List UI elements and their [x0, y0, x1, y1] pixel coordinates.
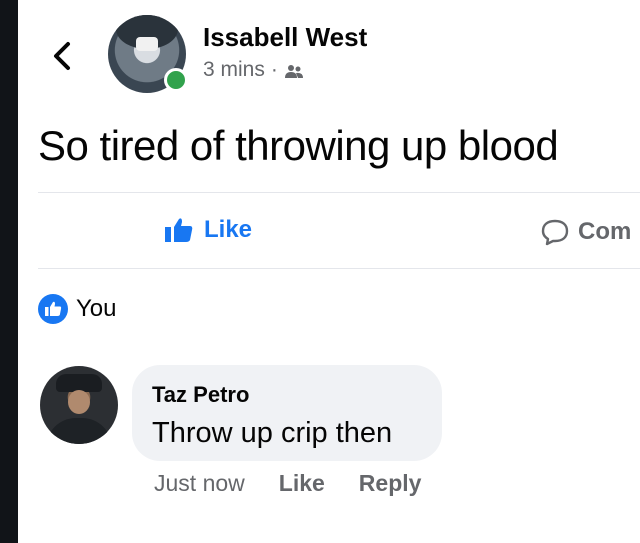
online-status-indicator: [164, 68, 188, 92]
avatar-shirt: [46, 418, 112, 444]
chevron-left-icon: [54, 42, 70, 70]
window-edge: [0, 0, 18, 543]
friends-icon[interactable]: [284, 62, 304, 78]
comment-reply-button[interactable]: Reply: [359, 470, 422, 497]
post-time[interactable]: 3 mins: [203, 58, 265, 82]
meta-separator: ·: [270, 58, 278, 81]
thumbs-up-icon: [165, 218, 193, 242]
divider-bottom: [38, 268, 640, 269]
comment-like-button[interactable]: Like: [279, 470, 325, 497]
comment-text: Throw up crip then: [152, 417, 393, 449]
reaction-summary[interactable]: You: [38, 294, 117, 324]
like-badge-icon: [38, 294, 68, 324]
post-meta: 3 mins ·: [203, 58, 304, 82]
commenter-avatar[interactable]: [40, 366, 118, 444]
back-button[interactable]: [48, 36, 78, 76]
post-author-name[interactable]: Issabell West: [203, 22, 367, 53]
comment-time[interactable]: Just now: [154, 470, 245, 497]
comment-icon: [541, 219, 569, 246]
avatar-face: [68, 390, 90, 414]
like-button[interactable]: Like: [164, 216, 252, 244]
comment-button[interactable]: Com: [540, 218, 631, 246]
avatar-mask: [136, 37, 158, 51]
comment-actions: Just now Like Reply: [154, 470, 421, 497]
commenter-name[interactable]: Taz Petro: [152, 382, 249, 408]
comment-label: Com: [578, 218, 632, 245]
like-label: Like: [204, 216, 253, 243]
reaction-by: You: [76, 295, 117, 322]
post-text: So tired of throwing up blood: [38, 122, 559, 169]
divider-top: [38, 192, 640, 193]
